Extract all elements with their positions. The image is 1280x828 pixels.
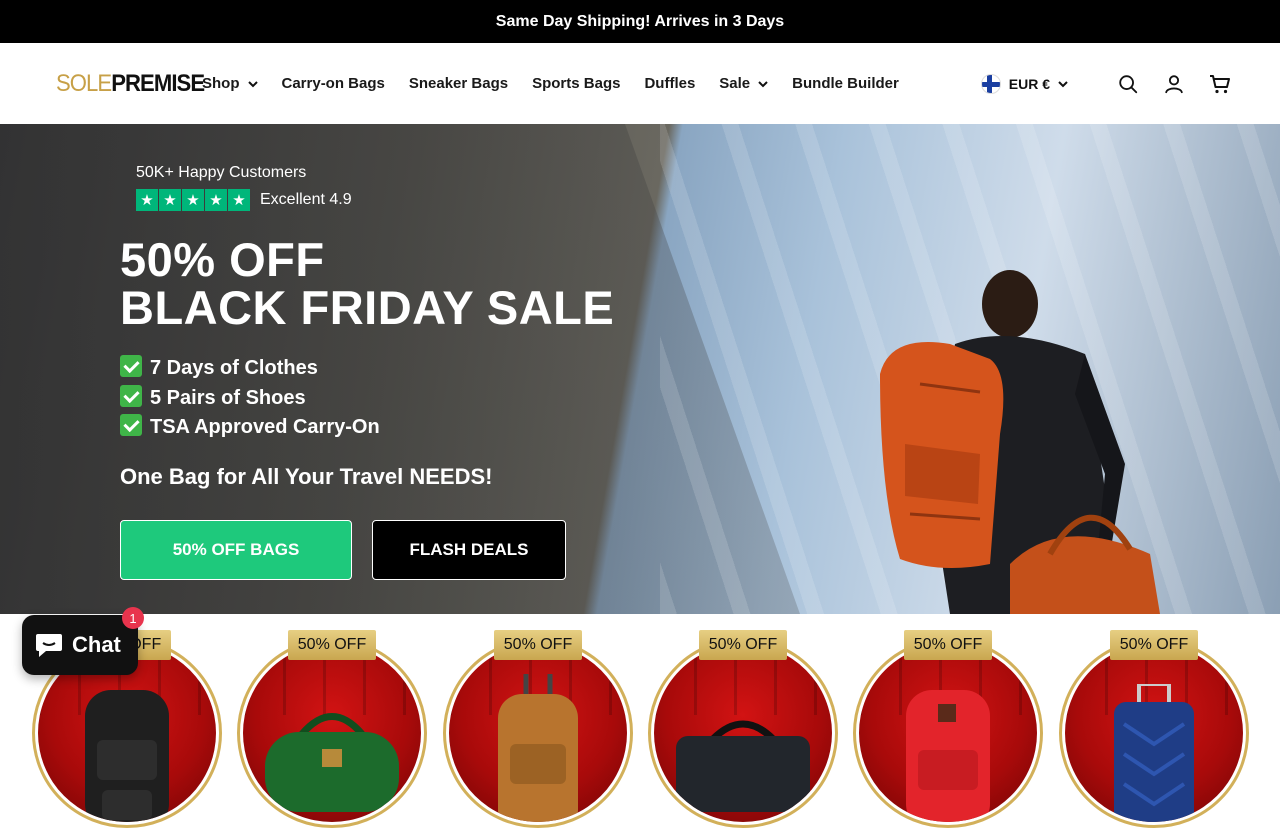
nav-item-sports-bags[interactable]: Sports Bags [532,75,620,92]
product-image [1065,644,1243,822]
search-icon[interactable] [1116,72,1140,96]
header-tools: EUR € [980,72,1232,96]
chat-unread-badge: 1 [122,607,144,629]
discount-badge: 50% OFF [494,630,582,660]
hero-person-with-backpack-image [880,270,1160,614]
trustpilot-stars: ★ ★ ★ ★ ★ [136,189,251,211]
nav-item-label: Sale [719,75,751,92]
nav-item-label: Duffles [644,75,696,92]
chevron-down-icon [758,80,768,87]
product-image [449,644,627,822]
nav-item-sale[interactable]: Sale [719,75,768,92]
flash-deals-button[interactable]: FLASH DEALS [372,520,566,580]
duffle-bag-icon [265,713,399,812]
discount-badge: 50% OFF [904,630,992,660]
logo-part-premise: PREMISE [111,69,205,97]
nav-item-label: Sports Bags [532,75,621,92]
shop-sale-bags-button[interactable]: 50% OFF BAGS [120,520,352,580]
star-icon: ★ [159,189,181,211]
check-icon [120,414,142,436]
rating-label: 50K+ Happy Customers [136,164,307,181]
nav-item-label: Carry-on Bags [281,75,385,92]
headline-line-2: BLACK FRIDAY SALE [120,281,615,334]
feature-text: 5 Pairs of Shoes [150,386,306,409]
chat-label: Chat [72,632,121,657]
currency-selector[interactable]: EUR € [980,73,1068,94]
check-icon [120,384,142,407]
announcement-bar: Same Day Shipping! Arrives in 3 Days [0,0,1280,43]
nav-item-label: Shop [202,75,240,92]
product-image [654,644,832,822]
nav-item-carry-on-bags[interactable]: Carry-on Bags [282,75,385,92]
discount-badge: 50% OFF [288,630,376,660]
star-icon: ★ [136,189,158,211]
feature-text: 7 Days of Clothes [150,357,318,379]
nav-item-sneaker-bags[interactable]: Sneaker Bags [409,75,508,92]
star-icon: ★ [205,189,227,211]
chevron-down-icon [1058,80,1068,87]
finland-flag-icon [980,73,1001,94]
account-icon[interactable] [1162,72,1186,96]
rating-text: Excellent 4.9 [260,191,352,208]
nav-item-bundle-builder[interactable]: Bundle Builder [792,75,899,92]
feature-text: TSA Approved Carry-On [150,416,380,438]
chat-widget-button[interactable]: Chat [22,615,138,675]
feature-item: 5 Pairs of Shoes [120,384,380,414]
discount-badge: 50% OFF [699,630,787,660]
feature-item: 7 Days of Clothes [120,354,380,384]
nav-item-label: Sneaker Bags [408,75,509,92]
check-icon [120,355,142,377]
product-image [859,644,1037,822]
star-icon: ★ [182,189,204,211]
chat-bubble-icon [36,634,62,657]
feature-list: 7 Days of Clothes 5 Pairs of Shoes TSA A… [120,354,380,443]
hero-tagline: One Bag for All Your Travel NEEDS! [120,464,493,489]
feature-item: TSA Approved Carry-On [120,413,380,443]
sports-bag-icon [676,720,810,812]
nav-item-shop[interactable]: Shop [202,75,258,92]
logo[interactable]: SOLE PREMISE [56,69,205,98]
nav-item-label: Bundle Builder [792,75,899,92]
chevron-down-icon [247,80,258,87]
hero-headline: 50% OFF BLACK FRIDAY SALE [120,236,614,332]
cart-icon[interactable] [1208,72,1232,96]
backpack-icon [85,690,169,822]
announcement-text: Same Day Shipping! Arrives in 3 Days [495,12,785,30]
hero-banner: 50K+ Happy Customers ★ ★ ★ ★ ★ Excellent… [0,124,1280,614]
star-icon: ★ [228,189,250,211]
site-header: SOLE PREMISE Shop Carry-on Bags Sneaker B… [0,43,1280,124]
nav-item-duffles[interactable]: Duffles [644,75,695,92]
discount-badge: 50% OFF [1110,630,1198,660]
backpack-icon [906,690,990,822]
suitcase-icon [1114,684,1194,822]
currency-label: EUR € [1008,75,1050,92]
headline-line-1: 50% OFF [120,233,325,286]
product-image [243,644,421,822]
product-strip: 50% OFF 50% OFF 50% OFF 50% OFF 50% OFF … [0,614,1280,828]
logo-part-sole: SOLE [56,69,112,97]
main-nav: Shop Carry-on Bags Sneaker Bags Sports B… [202,75,923,92]
